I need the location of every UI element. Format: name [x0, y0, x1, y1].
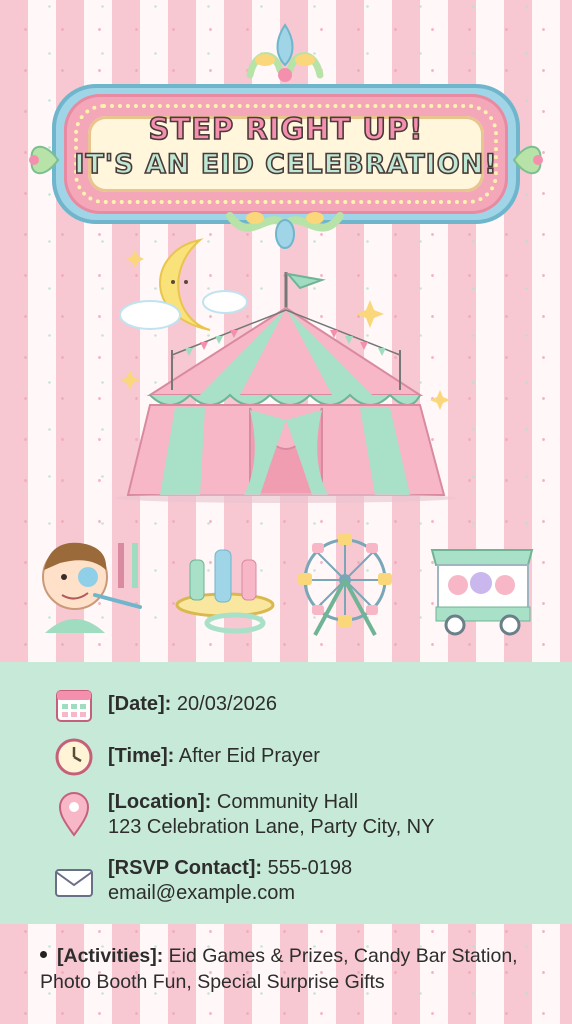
date-label: [Date]: [108, 693, 172, 715]
bullet-icon [40, 951, 47, 959]
location-row: [Location]: Community Hall 123 Celebrati… [54, 789, 434, 840]
banner-title-line1: STEP RIGHT UP! [148, 111, 424, 147]
banner-title-line2: IT'S AN EID CELEBRATION! [74, 148, 498, 181]
time-value: After Eid Prayer [178, 745, 320, 767]
date-row: [Date]: 20/03/2026 [54, 685, 277, 725]
activities-item: [Activities]: Eid Games & Prizes, Candy … [40, 943, 560, 995]
ring-toss-icon [175, 549, 275, 634]
clock-icon [54, 737, 94, 777]
location-label: [Location]: [108, 791, 212, 813]
envelope-icon [54, 863, 94, 903]
rsvp-row: [RSVP Contact]: 555-0198 email@example.c… [54, 855, 352, 906]
ornament-icon [246, 23, 324, 82]
activity-icons [42, 533, 534, 636]
ferris-wheel-icon [298, 533, 392, 636]
rsvp-label: [RSVP Contact]: [108, 857, 263, 879]
activities-label: [Activities]: [57, 945, 164, 967]
time-label: [Time]: [108, 745, 175, 767]
calendar-icon [54, 685, 94, 725]
rsvp-phone: 555-0198 [267, 857, 353, 879]
location-value: Community Hall [216, 791, 359, 813]
date-value: 20/03/2026 [176, 693, 278, 715]
tent-scene [116, 238, 456, 503]
location-pin-icon [54, 789, 94, 839]
location-address: 123 Celebration Lane, Party City, NY [108, 816, 435, 838]
time-row: [Time]: After Eid Prayer [54, 737, 320, 777]
cotton-candy-cart-icon [430, 549, 534, 636]
crescent-moon-icon [119, 238, 248, 331]
face-painting-icon [42, 542, 142, 633]
rsvp-email: email@example.com [108, 882, 296, 904]
